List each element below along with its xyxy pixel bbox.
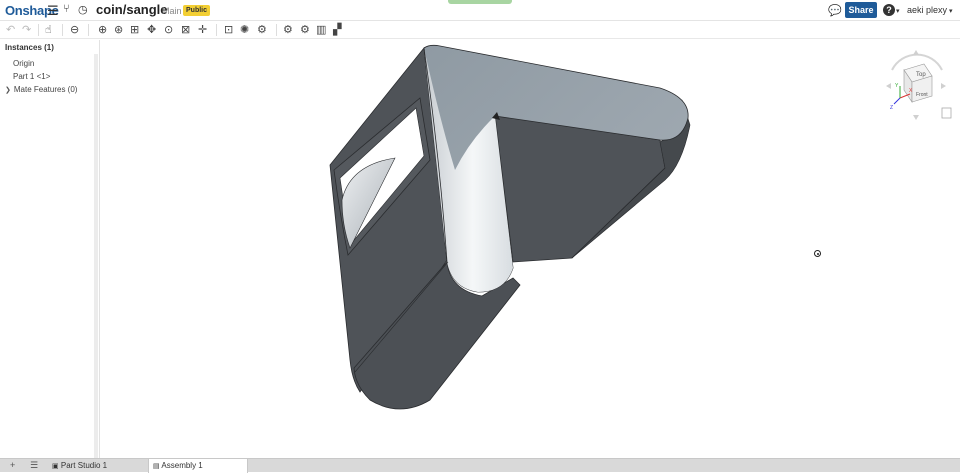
history-icon[interactable]: ◷: [78, 3, 88, 16]
group-icon[interactable]: ⊡: [224, 23, 233, 36]
mate-features-group[interactable]: ❯ Mate Features (0): [5, 85, 77, 94]
part-model[interactable]: [101, 40, 960, 458]
divider: [216, 24, 217, 36]
linear-relation-icon[interactable]: ▞: [333, 23, 341, 36]
chevron-down-icon: ▾: [949, 8, 953, 15]
relation-icon[interactable]: ⚙: [257, 23, 267, 36]
pin-slot-mate-icon[interactable]: ⊠: [181, 23, 190, 36]
tab-list-icon[interactable]: ☰: [30, 460, 38, 471]
document-name[interactable]: coin/sangle: [96, 2, 168, 17]
versions-icon[interactable]: ⑂: [63, 3, 70, 15]
rack-pinion-icon[interactable]: ⚙: [300, 23, 310, 36]
help-icon: ?: [883, 4, 895, 16]
instances-heading[interactable]: Instances (1): [5, 43, 54, 52]
notification-tab[interactable]: [448, 0, 512, 4]
assembly-icon: ▤: [153, 463, 160, 470]
comments-icon[interactable]: 💬: [828, 4, 842, 17]
tab-bar: + ☰ ▣ Part Studio 1 ▤ Assembly 1: [0, 458, 960, 473]
rotate-up-icon: [913, 50, 919, 55]
slider-mate-icon[interactable]: ⊞: [130, 23, 139, 36]
view-cube[interactable]: Top Front X Y Z: [880, 46, 956, 126]
toolbar: ↶ ↷ ☝ ⊖ ⊕ ⊛ ⊞ ✥ ⊙ ⊠ ✛ ⊡ ✺ ⚙ ⚙ ⚙ ▥ ▞: [0, 21, 960, 39]
replicate-icon[interactable]: ⊖: [70, 23, 79, 36]
divider: [276, 24, 277, 36]
gear-relation-icon[interactable]: ⚙: [283, 23, 293, 36]
screw-relation-icon[interactable]: ▥: [316, 23, 326, 36]
planar-mate-icon[interactable]: ✥: [147, 23, 156, 36]
view-cube-top-label: Top: [916, 72, 926, 78]
ball-mate-icon[interactable]: ✛: [198, 23, 207, 36]
chevron-down-icon: ▾: [896, 8, 900, 15]
undo-icon[interactable]: ↶: [6, 23, 15, 36]
revolute-mate-icon[interactable]: ⊛: [114, 23, 123, 36]
graphics-viewport[interactable]: Top Front X Y Z: [101, 40, 960, 458]
user-name: aeki plexy: [907, 5, 948, 15]
sidebar-scrollbar[interactable]: [94, 54, 98, 458]
workspace-name: Main: [162, 6, 182, 16]
tab-assembly-1[interactable]: ▤ Assembly 1: [148, 459, 248, 473]
fastened-mate-icon[interactable]: ⊕: [98, 23, 107, 36]
view-cube-front-label: Front: [916, 92, 928, 98]
divider: [38, 24, 39, 36]
tab-part-studio-1[interactable]: ▣ Part Studio 1: [48, 459, 111, 473]
add-tab-icon[interactable]: +: [10, 460, 15, 470]
divider: [88, 24, 89, 36]
mate-connector-icon[interactable]: ✺: [240, 23, 249, 36]
cursor-indicator: [814, 250, 821, 257]
chevron-down-icon: ❯: [5, 87, 11, 94]
divider: [62, 24, 63, 36]
menu-icon[interactable]: ☰: [47, 3, 59, 19]
top-bar: Onshape ☰ ⑂ ◷ coin/sangle Main Public 💬 …: [0, 0, 960, 21]
rotate-right-icon: [941, 83, 946, 89]
instance-list-panel: Instances (1) Origin Part 1 <1> ❯ Mate Fe…: [0, 40, 100, 458]
axis-y-label: Y: [895, 83, 899, 89]
cylindrical-mate-icon[interactable]: ⊙: [164, 23, 173, 36]
help-button[interactable]: ? ▾: [883, 4, 900, 16]
instance-part-1[interactable]: Part 1 <1>: [13, 72, 50, 81]
user-menu[interactable]: aeki plexy ▾: [907, 5, 953, 15]
rotate-left-icon: [886, 83, 891, 89]
insert-icon[interactable]: ☝: [45, 23, 52, 36]
rotate-down-icon: [913, 115, 919, 120]
tab-label: Assembly 1: [161, 461, 203, 470]
mate-features-label: Mate Features (0): [13, 85, 78, 94]
public-badge: Public: [183, 5, 211, 16]
tab-label: Part Studio 1: [60, 461, 108, 470]
axis-z-label: Z: [890, 105, 893, 111]
share-button[interactable]: Share: [845, 2, 877, 18]
redo-icon[interactable]: ↷: [22, 23, 31, 36]
view-menu-icon: [941, 107, 952, 119]
part-studio-icon: ▣: [52, 463, 59, 470]
instance-origin[interactable]: Origin: [13, 59, 34, 68]
